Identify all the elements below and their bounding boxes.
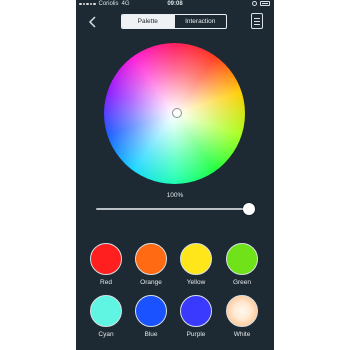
swatch-green[interactable]: Green (226, 243, 258, 286)
swatch-color-dot (90, 243, 122, 275)
swatch-color-dot (90, 295, 122, 327)
swatch-label: Green (232, 279, 252, 286)
swatch-color-dot (135, 295, 167, 327)
battery-icon (260, 1, 270, 6)
swatch-orange[interactable]: Orange (135, 243, 167, 286)
swatch-label: Orange (140, 279, 162, 286)
swatch-color-dot (135, 243, 167, 275)
phone-screen: Coriolis 4G 09:08 Palette Interaction 10… (76, 0, 274, 350)
status-time: 09:08 (167, 1, 183, 7)
mode-tabs: Palette Interaction (121, 14, 227, 29)
chevron-left-icon (88, 16, 96, 28)
list-icon-line (254, 24, 260, 25)
brightness-slider[interactable] (96, 203, 255, 215)
status-right (252, 1, 270, 6)
list-icon-line (254, 21, 260, 22)
back-button[interactable] (88, 15, 98, 29)
alarm-icon (252, 1, 257, 6)
swatch-label: Blue (144, 331, 158, 338)
swatch-red[interactable]: Red (90, 243, 122, 286)
status-bar: Coriolis 4G 09:08 (76, 0, 274, 10)
swatch-yellow[interactable]: Yellow (180, 243, 212, 286)
swatch-label: Red (100, 279, 112, 286)
swatch-purple[interactable]: Purple (180, 295, 212, 338)
swatch-label: Cyan (98, 331, 114, 338)
swatch-white[interactable]: White (226, 295, 258, 338)
menu-button[interactable] (251, 13, 263, 29)
brightness-label: 100% (166, 192, 184, 199)
swatch-label: Yellow (186, 279, 206, 286)
slider-track (96, 208, 249, 210)
swatch-blue[interactable]: Blue (135, 295, 167, 338)
color-picker-cursor[interactable] (172, 108, 182, 118)
swatch-color-dot (180, 243, 212, 275)
tab-palette[interactable]: Palette (122, 15, 174, 28)
swatch-color-dot (180, 295, 212, 327)
swatch-cyan[interactable]: Cyan (90, 295, 122, 338)
slider-thumb[interactable] (243, 203, 255, 215)
swatch-color-dot (226, 295, 258, 327)
swatch-label: White (233, 331, 251, 338)
tab-interaction[interactable]: Interaction (173, 15, 227, 28)
swatch-color-dot (226, 243, 258, 275)
list-icon-line (254, 18, 260, 19)
swatch-label: Purple (186, 331, 206, 338)
